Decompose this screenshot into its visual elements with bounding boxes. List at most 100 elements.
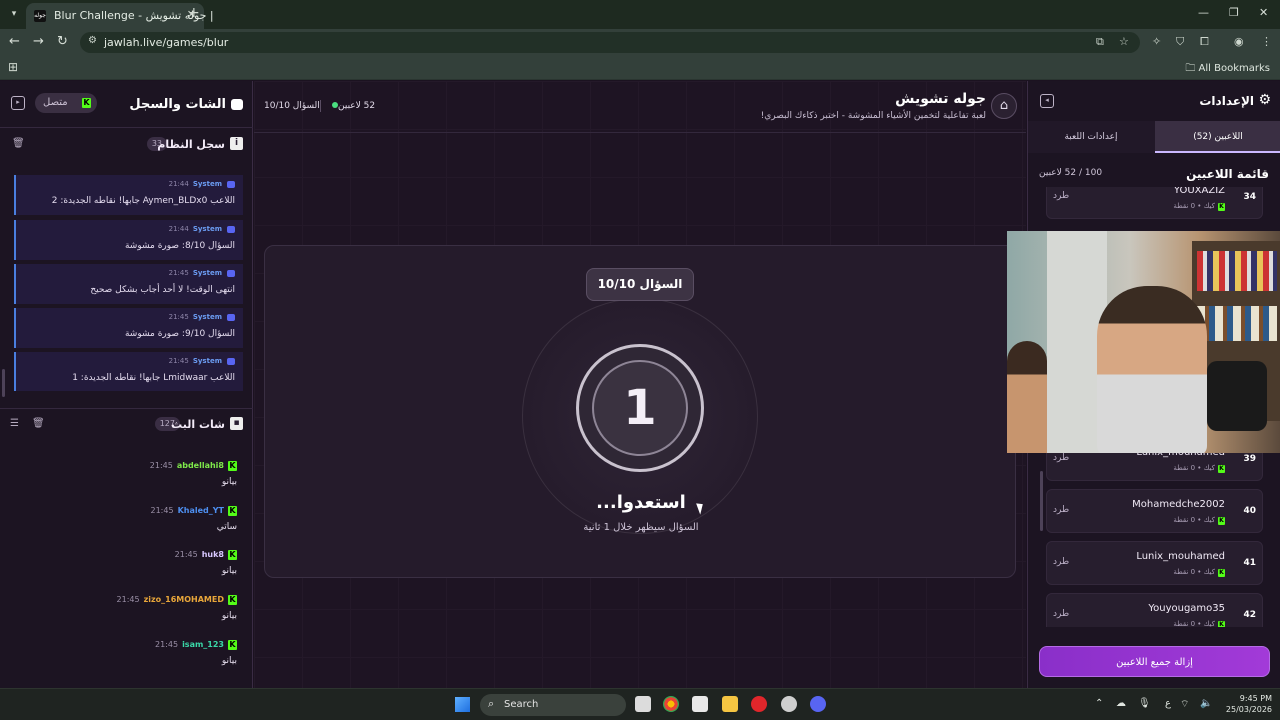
bookmark-star-icon[interactable]: ☆ (1119, 35, 1129, 48)
app-icon[interactable] (781, 696, 797, 712)
player-row: 41 Lunix_mouhamed Kكيك • 0 نقطة طرد (1046, 541, 1263, 585)
clear-log-trash-icon[interactable]: 🗑 (12, 138, 25, 149)
discord-icon (227, 357, 235, 365)
bookmarks-bar: ⊞ 🗀 All Bookmarks (0, 56, 1280, 80)
clock-time: 9:45 PM (1239, 694, 1272, 703)
browser-toolbar: ← → ↻ ⚙ jawlah.live/games/blur ⧉ ☆ ✧ ⛉ ⧠… (0, 29, 1280, 56)
browser-tab-active[interactable]: جوله Blur Challenge - جوله تشويش | ✕ (26, 3, 214, 29)
wifi-icon[interactable]: ⌔ (1180, 698, 1189, 711)
tray-overflow-icon[interactable]: ⌃ (1095, 698, 1103, 709)
tab-players[interactable]: اللاعبين (52) (1155, 121, 1280, 153)
chat-panel-header: ▸ متصل K الشات والسجل (0, 81, 253, 128)
back-icon[interactable]: ← (9, 34, 20, 49)
windows-start-icon[interactable] (455, 697, 470, 712)
chat-message: 21:45 abdellahi8 K بيانو (17, 461, 237, 497)
ready-heading: ...استعدوا (596, 492, 686, 513)
chat-username[interactable]: abdellahi8 (177, 461, 224, 470)
menu-kebab-icon[interactable]: ⋮ (1261, 35, 1272, 48)
clear-chat-trash-icon[interactable]: 🗑 (32, 418, 45, 429)
kick-player-button[interactable]: طرد (1053, 557, 1069, 567)
translate-icon[interactable]: ⧉ (1096, 35, 1104, 49)
minimize-icon[interactable]: — (1198, 6, 1209, 19)
info-icon: i (230, 137, 243, 150)
opera-icon[interactable] (751, 696, 767, 712)
system-log-list: 21:44 System اللاعب Aymen_BLDx0 جابها! نق… (0, 175, 253, 391)
kick-player-button[interactable]: طرد (1053, 505, 1069, 515)
system-log-header[interactable]: 🗑 33 سجل النظام i (0, 129, 253, 161)
chat-message-meta: 21:45 isam_123 K (155, 640, 237, 650)
stream-chat-header[interactable]: ☰ 🗑 127 شات البث ▪ (0, 408, 253, 440)
tray-app-icon[interactable]: ☁ (1116, 698, 1126, 709)
chat-username[interactable]: isam_123 (182, 640, 224, 649)
tab-game-settings[interactable]: إعدادات اللعبة (1028, 121, 1154, 153)
kick-player-button[interactable]: طرد (1053, 453, 1069, 463)
game-header: السؤال 10/10 52 لاعبين جوله تشويش لعبة ت… (254, 81, 1026, 133)
log-time: 21:44 (168, 225, 189, 233)
system-log-scrollbar[interactable] (2, 369, 5, 397)
kick-badge-icon: K (1218, 203, 1225, 211)
tab-search-dropdown-icon[interactable]: ▾ (6, 6, 22, 22)
chat-username[interactable]: zizo_16MOHAMED (144, 595, 224, 604)
kick-badge-icon: K (228, 550, 237, 560)
log-sender: System (192, 357, 222, 365)
discord-icon (227, 180, 235, 188)
discord-taskbar-icon[interactable] (810, 696, 826, 712)
chat-username[interactable]: huk8 (202, 550, 224, 559)
kick-player-button[interactable]: طرد (1053, 191, 1069, 201)
maximize-icon[interactable]: ❐ (1229, 6, 1239, 19)
shield-extension-icon[interactable]: ⛉ (1176, 35, 1184, 49)
player-sub-text: كيك • 0 نقطة (1173, 568, 1215, 576)
reload-icon[interactable]: ↻ (57, 34, 68, 49)
extensions-puzzle-icon[interactable]: ⧠ (1200, 35, 1209, 49)
collapse-settings-icon[interactable]: ◂ (1040, 94, 1054, 108)
extension-icon[interactable]: ✧ (1152, 35, 1161, 48)
chat-text: بيانو (221, 611, 237, 621)
kick-player-button[interactable]: طرد (1053, 609, 1069, 619)
chat-time: 21:45 (174, 550, 198, 559)
snipping-tool-icon[interactable] (692, 696, 708, 712)
task-view-icon[interactable] (635, 696, 651, 712)
remove-all-players-button[interactable]: إزالة جميع اللاعبين (1039, 646, 1270, 677)
profile-avatar[interactable]: ◉ (1234, 35, 1244, 48)
apps-grid-icon[interactable]: ⊞ (8, 60, 18, 74)
settings-title: الإعدادات (1199, 94, 1254, 108)
file-explorer-icon[interactable] (722, 696, 738, 712)
forward-icon[interactable]: → (33, 34, 44, 49)
site-info-icon[interactable]: ⚙ (88, 35, 97, 46)
kick-badge-icon: K (228, 506, 237, 516)
log-sender: System (192, 269, 222, 277)
filter-icon[interactable]: ☰ (10, 418, 19, 429)
chat-text: بيانو (221, 566, 237, 576)
chat-text: بيانو (221, 477, 237, 487)
chat-time: 21:45 (149, 461, 173, 470)
player-row: 40 Mohamedche2002 Kكيك • 0 نقطة طرد (1046, 489, 1263, 533)
all-bookmarks-link[interactable]: 🗀 All Bookmarks (1185, 61, 1270, 78)
chrome-taskbar-icon[interactable] (663, 696, 679, 712)
log-time: 21:45 (168, 313, 189, 321)
webcam-streamer (1097, 286, 1207, 453)
player-rank: 40 (1243, 506, 1256, 516)
tab-favicon: جوله (34, 10, 46, 22)
close-window-icon[interactable]: ✕ (1259, 6, 1268, 19)
new-tab-icon[interactable]: + (188, 5, 200, 21)
chat-message: 21:45 zizo_16MOHAMED K بيانو (17, 595, 237, 631)
volume-icon[interactable]: 🔈 (1200, 698, 1212, 709)
players-count: 100 / 52 لاعبين (1039, 168, 1103, 178)
home-button[interactable]: ⌂ (991, 93, 1017, 119)
chat-time: 21:45 (155, 640, 179, 649)
stat-divider (320, 100, 321, 112)
taskbar-search[interactable]: ⌕ Search (480, 694, 626, 716)
chat-username[interactable]: Khaled_YT (178, 506, 224, 515)
kick-badge-icon: K (1218, 621, 1225, 627)
players-scrollbar[interactable] (1040, 471, 1043, 531)
microphone-icon[interactable]: 🎙 (1138, 698, 1151, 709)
collapse-panel-icon[interactable]: ▸ (11, 96, 25, 110)
player-name: Lunix_mouhamed (1136, 551, 1225, 562)
log-text: السؤال 9/10: صورة مشوشة (124, 329, 235, 339)
chat-time: 21:45 (150, 506, 174, 515)
language-indicator[interactable]: ع (1165, 698, 1171, 709)
address-bar[interactable]: ⚙ jawlah.live/games/blur (80, 32, 1140, 53)
player-sub: Kكيك • 0 نقطة (1173, 568, 1225, 577)
taskbar-clock[interactable]: 9:45 PM 25/03/2026 (1212, 693, 1272, 715)
system-log-meta: 21:45 System (169, 357, 235, 365)
